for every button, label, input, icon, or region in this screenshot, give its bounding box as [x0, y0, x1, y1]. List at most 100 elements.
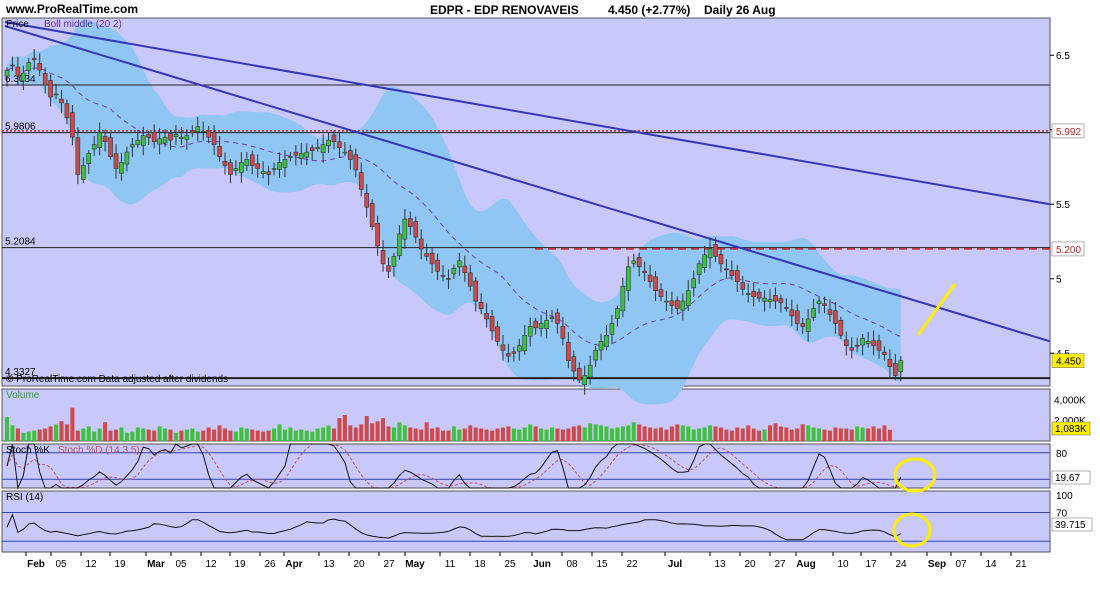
- candle-body: [860, 338, 865, 346]
- volume-bar: [413, 428, 418, 441]
- candle-body: [75, 137, 81, 175]
- volume-bar: [54, 424, 59, 441]
- volume-bar: [479, 428, 484, 441]
- volume-bar: [381, 418, 386, 441]
- volume-bar: [811, 427, 816, 441]
- volume-bar: [424, 422, 429, 441]
- candle-body: [211, 131, 217, 145]
- volume-bar: [282, 429, 287, 441]
- candle-body: [446, 278, 451, 280]
- price-tag: 5.200: [1056, 245, 1081, 256]
- candle-body: [81, 165, 86, 180]
- candle-body: [140, 135, 146, 146]
- volume-bar: [560, 429, 565, 441]
- volume-bar: [21, 432, 26, 441]
- candle-body: [440, 275, 446, 277]
- volume-bar: [288, 427, 293, 441]
- candle-body: [157, 138, 162, 145]
- volume-bar: [550, 427, 554, 441]
- candle-body: [315, 147, 320, 149]
- candle-body: [887, 358, 893, 367]
- candle-body: [620, 285, 626, 312]
- volume-bar: [451, 426, 456, 441]
- volume-bar: [97, 428, 102, 441]
- candle-body: [326, 139, 331, 147]
- candle-body: [375, 223, 380, 247]
- candle-body: [615, 308, 620, 319]
- candle-body: [358, 172, 364, 190]
- candle-body: [168, 133, 173, 141]
- volume-bar: [59, 421, 64, 441]
- candle-body: [680, 300, 686, 311]
- volume-bar: [773, 423, 778, 441]
- candle-body: [146, 134, 151, 138]
- candle-body: [135, 139, 141, 145]
- candle-body: [424, 253, 429, 257]
- x-axis-label: Apr: [285, 559, 302, 570]
- candle-body: [124, 151, 130, 165]
- candle-body: [53, 93, 59, 96]
- candle-body: [293, 151, 299, 156]
- candle-body: [805, 318, 811, 332]
- candle-body: [130, 144, 135, 148]
- candle-body: [255, 163, 260, 169]
- x-axis-label: 22: [626, 559, 638, 570]
- volume-bar: [571, 426, 576, 441]
- candle-body: [593, 349, 598, 361]
- volume-bar: [386, 426, 391, 441]
- candle-body: [369, 203, 375, 227]
- rsi-tag: 39.715: [1055, 520, 1086, 531]
- rsi-panel[interactable]: [1, 490, 1051, 553]
- volume-bar: [718, 427, 723, 441]
- volume-bar: [342, 415, 347, 441]
- volume-bar: [539, 428, 544, 441]
- volume-bar: [642, 426, 647, 441]
- volume-bar: [691, 429, 696, 441]
- candle-body: [162, 136, 168, 144]
- volume-bar: [10, 425, 15, 441]
- x-axis-label: 13: [323, 559, 335, 570]
- candle-body: [729, 269, 735, 277]
- volume-bar: [768, 425, 772, 441]
- x-axis-label: 14: [985, 559, 997, 570]
- candle-body: [604, 335, 609, 347]
- candle-body: [97, 132, 102, 148]
- candle-body: [833, 310, 838, 324]
- volume-bar: [135, 427, 140, 441]
- candle-body: [342, 151, 348, 154]
- candle-body: [773, 295, 778, 302]
- candle-body: [598, 341, 604, 351]
- volume-bar: [75, 430, 80, 441]
- volume-bar: [604, 426, 609, 441]
- volume-bar: [124, 432, 129, 441]
- candle-body: [566, 341, 571, 361]
- volume-bar: [15, 428, 20, 441]
- candle-body: [239, 162, 244, 173]
- x-axis-label: 08: [566, 559, 578, 570]
- volume-bar: [866, 428, 871, 441]
- candle-body: [91, 144, 97, 150]
- volume-bar: [81, 428, 86, 441]
- candle-body: [386, 265, 391, 272]
- volume-bar: [637, 424, 642, 441]
- candle-body: [691, 278, 697, 289]
- x-axis-label: 21: [1015, 559, 1027, 570]
- x-axis-label: 20: [353, 559, 365, 570]
- candle-body: [119, 162, 124, 174]
- candle-body: [200, 130, 206, 133]
- volume-bar: [32, 430, 37, 441]
- x-axis-label: 19: [114, 559, 126, 570]
- instrument-title: EDPR - EDP RENOVAVEIS: [430, 3, 579, 17]
- volume-bar: [217, 425, 222, 441]
- volume-bar: [806, 425, 811, 441]
- candle-body: [222, 160, 228, 166]
- candle-body: [500, 344, 506, 351]
- volume-bar: [304, 430, 309, 441]
- stochastic-panel[interactable]: [1, 443, 1051, 489]
- candle-body: [789, 309, 795, 317]
- volume-bar: [195, 431, 200, 441]
- candle-body: [794, 310, 800, 324]
- chart-root: www.ProRealTime.com EDPR - EDP RENOVAVEI…: [1, 2, 1093, 570]
- candle-body: [418, 238, 424, 250]
- candle-body: [571, 356, 577, 372]
